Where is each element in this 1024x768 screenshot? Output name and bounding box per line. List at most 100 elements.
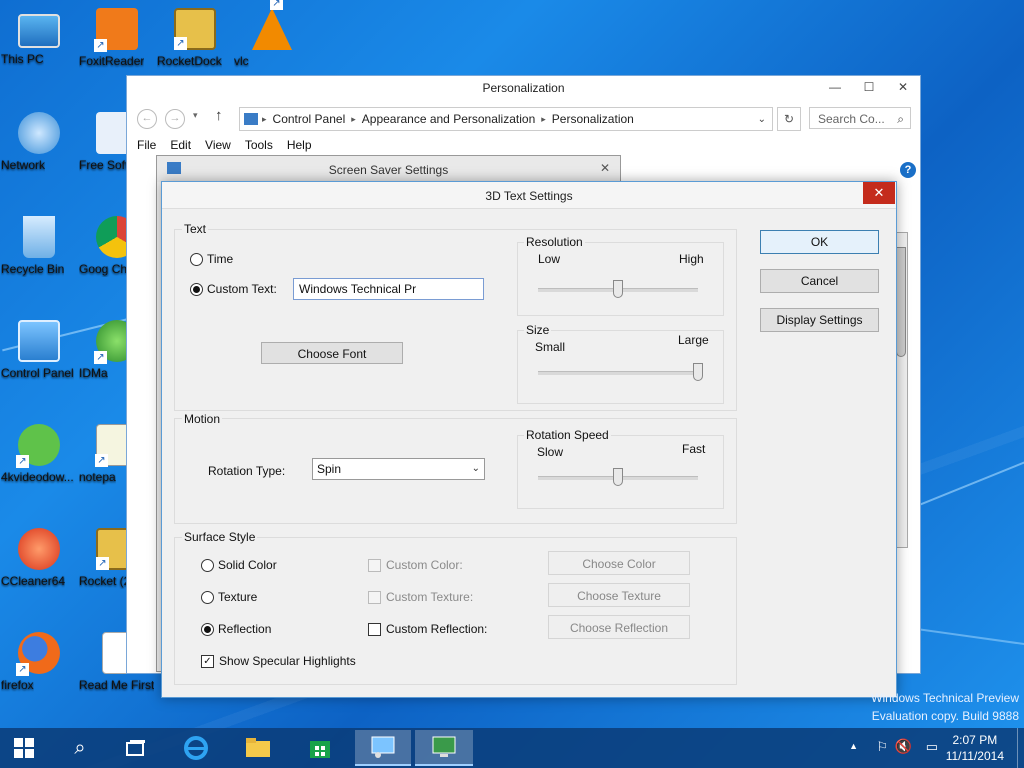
radio-button[interactable]	[190, 252, 203, 266]
maximize-icon[interactable]: ☐	[852, 76, 886, 98]
forward-arrow-icon[interactable]: →	[165, 109, 185, 129]
menu-view[interactable]: View	[205, 138, 231, 152]
display-settings-button[interactable]: Display Settings	[760, 308, 879, 332]
search-input[interactable]: Search Co... ⌕	[809, 107, 911, 129]
desktop-icon-this-pc[interactable]: This PC	[1, 8, 77, 66]
start-windows-icon[interactable]	[0, 730, 48, 766]
radio-button[interactable]	[201, 590, 214, 604]
breadcrumb-personalization[interactable]: Personalization	[546, 112, 640, 126]
scrollbar-thumb[interactable]	[896, 247, 906, 357]
size-slider-track[interactable]	[538, 371, 698, 375]
custom-reflection-checkbox[interactable]: Custom Reflection:	[368, 622, 487, 636]
clock[interactable]: 2:07 PM 11/11/2014	[946, 732, 1004, 764]
resolution-low-label: Low	[538, 252, 561, 266]
desktop-icon-recycle-bin[interactable]: Recycle Bin	[1, 216, 77, 276]
reflection-radio[interactable]: Reflection	[201, 622, 271, 636]
up-arrow-icon[interactable]: ↑	[215, 107, 223, 124]
internet-explorer-icon[interactable]	[172, 730, 220, 766]
close-icon[interactable]: ✕	[886, 76, 920, 98]
solid-color-radio[interactable]: Solid Color	[201, 558, 277, 572]
custom-reflection-label: Custom Reflection:	[386, 622, 488, 636]
rotation-type-select[interactable]: Spin ⌄	[312, 458, 485, 480]
cancel-button[interactable]: Cancel	[760, 269, 879, 293]
show-specular-highlights-label: Show Specular Highlights	[219, 654, 356, 668]
window-title: Screen Saver Settings	[328, 163, 449, 177]
watermark-line-2: Evaluation copy. Build 9888	[871, 709, 1019, 723]
reflection-label: Reflection	[218, 622, 272, 636]
close-icon[interactable]: ✕	[590, 156, 620, 180]
close-icon[interactable]: ✕	[863, 182, 895, 204]
store-icon[interactable]	[296, 730, 344, 766]
file-explorer-icon[interactable]	[234, 730, 282, 766]
chevron-down-icon[interactable]: ⌄	[758, 114, 766, 125]
checkbox-checked[interactable]: ✓	[201, 654, 214, 668]
taskbar-screen-saver-button[interactable]	[415, 730, 473, 766]
refresh-icon[interactable]: ↻	[777, 107, 801, 131]
custom-text-radio-label: Custom Text:	[207, 282, 277, 296]
task-view-icon[interactable]	[112, 730, 160, 766]
title-bar[interactable]: Screen Saver Settings ✕	[157, 156, 620, 182]
choose-font-button[interactable]: Choose Font	[261, 342, 403, 364]
desktop-icon-firefox[interactable]: firefox	[1, 632, 77, 692]
firefox-icon	[16, 632, 60, 676]
network-icon[interactable]: ⚐	[876, 739, 888, 755]
desktop-icon-label: Recycle Bin	[1, 262, 65, 276]
choose-reflection-button[interactable]: Choose Reflection	[548, 615, 690, 639]
custom-texture-checkbox[interactable]: Custom Texture:	[368, 590, 473, 604]
radio-button[interactable]	[201, 622, 214, 636]
texture-radio[interactable]: Texture	[201, 590, 257, 604]
action-center-icon[interactable]: ▭	[926, 739, 938, 755]
menu-file[interactable]: File	[137, 138, 156, 152]
choose-color-button[interactable]: Choose Color	[548, 551, 690, 575]
rotation-speed-slider-thumb[interactable]	[613, 468, 623, 486]
vlc-cone-icon	[252, 0, 292, 50]
custom-texture-label: Custom Texture:	[386, 590, 474, 604]
resolution-slider-thumb[interactable]	[613, 280, 623, 298]
taskbar-control-panel-button[interactable]	[355, 730, 411, 766]
desktop-icon-label: This PC	[1, 52, 44, 66]
search-icon[interactable]: ⌕	[56, 730, 104, 766]
show-desktop-button[interactable]	[1017, 728, 1024, 768]
radio-button[interactable]	[201, 558, 214, 572]
desktop-icon-ccleaner[interactable]: CCleaner64	[1, 528, 77, 588]
breadcrumb-appearance[interactable]: Appearance and Personalization	[356, 112, 541, 126]
checkbox[interactable]	[368, 622, 381, 636]
size-slider-thumb[interactable]	[693, 363, 703, 381]
custom-color-checkbox[interactable]: Custom Color:	[368, 558, 463, 572]
desktop-icon-rocketdock[interactable]: RocketDock	[157, 8, 233, 68]
minimize-icon[interactable]: —	[818, 76, 852, 98]
show-specular-highlights-checkbox[interactable]: ✓ Show Specular Highlights	[201, 654, 356, 668]
menu-help[interactable]: Help	[287, 138, 312, 152]
custom-text-input[interactable]: Windows Technical Pr	[293, 278, 484, 300]
desktop-icon-label: Control Panel	[1, 366, 74, 380]
checkbox[interactable]	[368, 558, 381, 572]
checkbox[interactable]	[368, 590, 381, 604]
time-radio[interactable]: Time	[190, 252, 233, 266]
texture-label: Texture	[218, 590, 258, 604]
back-arrow-icon[interactable]: ←	[137, 109, 157, 129]
menu-edit[interactable]: Edit	[170, 138, 191, 152]
chevron-up-icon[interactable]: ▲	[849, 741, 858, 751]
desktop-icon-network[interactable]: Network	[1, 112, 77, 172]
breadcrumb-control-panel[interactable]: Control Panel	[267, 112, 352, 126]
recent-locations-icon[interactable]: ▾	[193, 110, 198, 121]
ok-button[interactable]: OK	[760, 230, 879, 254]
desktop-icon-label: 4kvideodow...	[1, 470, 74, 484]
choose-texture-button[interactable]: Choose Texture	[548, 583, 690, 607]
desktop-icon-vlc[interactable]: vlc	[234, 0, 310, 68]
desktop-icon-foxitreader[interactable]: FoxitReader	[79, 8, 155, 68]
title-bar[interactable]: 3D Text Settings ✕	[162, 182, 896, 209]
desktop-icon-4kvideodownloader[interactable]: 4kvideodow...	[1, 424, 77, 484]
solid-color-label: Solid Color	[218, 558, 277, 572]
desktop-icon-label: Free Soft	[79, 158, 129, 172]
menu-tools[interactable]: Tools	[245, 138, 273, 152]
title-bar[interactable]: Personalization — ☐ ✕	[127, 76, 920, 100]
help-icon[interactable]: ?	[900, 162, 916, 178]
search-icon: ⌕	[897, 112, 904, 126]
desktop-icon-label: CCleaner64	[1, 574, 66, 588]
address-bar[interactable]: ▸ Control Panel ▸ Appearance and Persona…	[239, 107, 773, 131]
radio-button[interactable]	[190, 282, 203, 296]
custom-text-radio[interactable]: Custom Text:	[190, 282, 277, 296]
speaker-muted-icon[interactable]: 🔇	[895, 738, 912, 755]
desktop-icon-control-panel[interactable]: Control Panel	[1, 320, 77, 380]
